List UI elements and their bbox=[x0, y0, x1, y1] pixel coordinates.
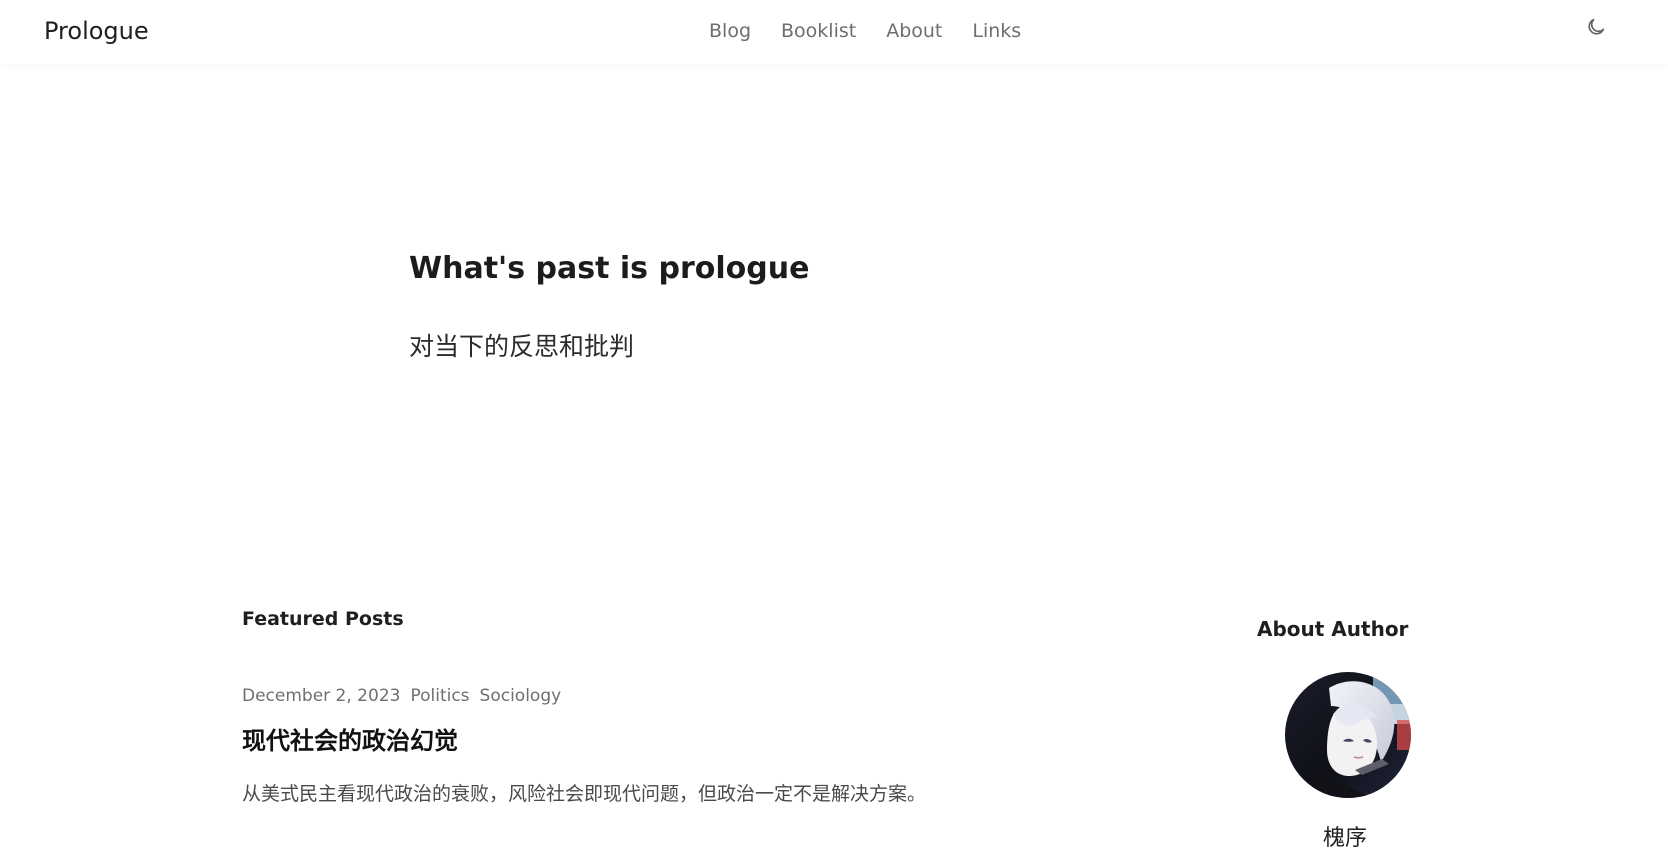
nav-link-links[interactable]: Links bbox=[972, 17, 1021, 45]
theme-toggle-button[interactable] bbox=[1583, 14, 1609, 40]
featured-posts-heading: Featured Posts bbox=[242, 608, 404, 630]
hero-subtitle: 对当下的反思和批判 bbox=[409, 332, 635, 361]
post-summary: 从美式民主看现代政治的衰败，风险社会即现代问题，但政治一定不是解决方案。 bbox=[242, 783, 927, 805]
nav-link-booklist[interactable]: Booklist bbox=[781, 17, 856, 45]
about-author-heading: About Author bbox=[1257, 617, 1409, 641]
post-title-link[interactable]: 现代社会的政治幻觉 bbox=[242, 724, 458, 758]
moon-icon bbox=[1588, 18, 1605, 35]
page: Prologue Blog Booklist About Links What'… bbox=[0, 0, 1668, 867]
author-avatar[interactable] bbox=[1285, 672, 1411, 798]
author-name: 槐序 bbox=[1323, 826, 1368, 851]
nav-link-blog[interactable]: Blog bbox=[709, 17, 751, 45]
site-header: Prologue Blog Booklist About Links bbox=[0, 0, 1668, 64]
nav-link-about[interactable]: About bbox=[886, 17, 942, 45]
post-meta: December 2, 2023 Politics Sociology bbox=[242, 684, 561, 708]
post-date: December 2, 2023 bbox=[242, 686, 401, 706]
main-nav: Blog Booklist About Links bbox=[709, 17, 1021, 45]
site-brand-link[interactable]: Prologue bbox=[44, 16, 149, 46]
avatar-illustration bbox=[1285, 672, 1411, 798]
post-tag-sociology[interactable]: Sociology bbox=[480, 684, 562, 708]
hero-title: What's past is prologue bbox=[409, 251, 810, 286]
post-tag-politics[interactable]: Politics bbox=[410, 684, 469, 708]
